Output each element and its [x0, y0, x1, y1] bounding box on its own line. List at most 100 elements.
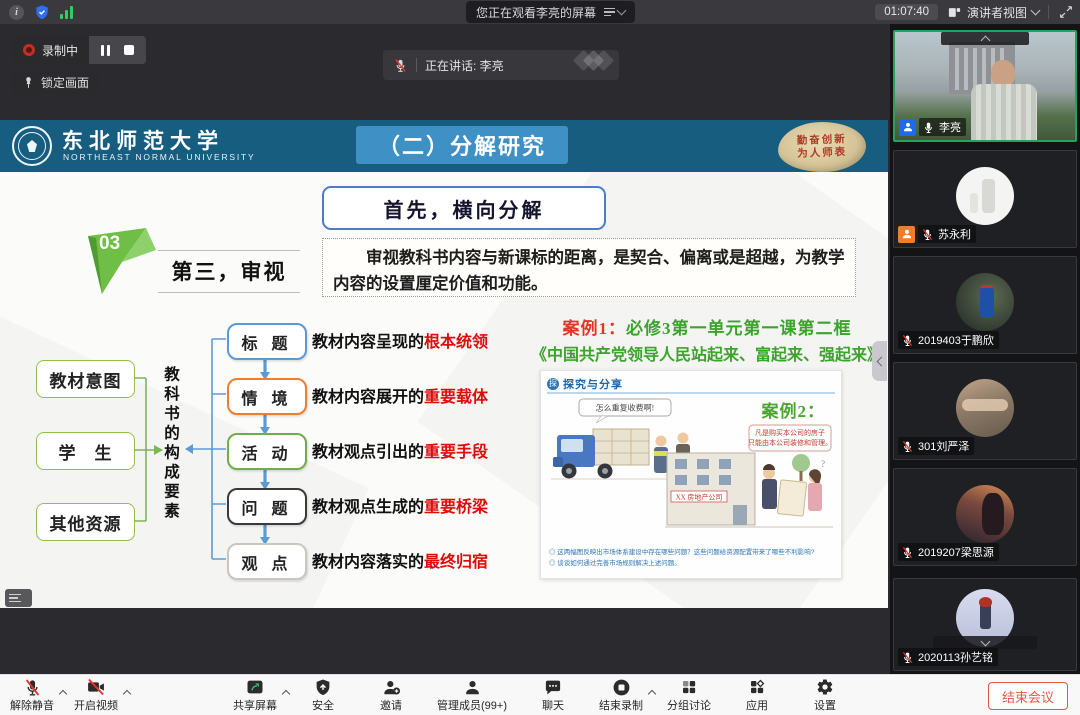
- svg-text:XX 房地产公司: XX 房地产公司: [676, 493, 723, 502]
- view-mode-selector[interactable]: 演讲者视图: [947, 4, 1039, 21]
- university-logo: [12, 126, 52, 166]
- svg-text:凡是购买本公司的房子: 凡是购买本公司的房子: [755, 428, 825, 437]
- end-recording-button[interactable]: 结束录制: [599, 677, 643, 713]
- participant-avatar: [956, 167, 1014, 225]
- meeting-window: i 您正在观看李亮的屏幕 01:07:40 演讲者视图: [0, 0, 1080, 715]
- chat-button[interactable]: 聊天: [531, 677, 575, 713]
- presentation-slide: 东北师范大学 NORTHEAST NORMAL UNIVERSITY （二）分解…: [0, 120, 888, 608]
- element-box-question: 问 题: [227, 488, 307, 525]
- unmute-button[interactable]: 解除静音: [10, 677, 54, 713]
- chat-icon: [544, 677, 562, 697]
- network-signal-icon[interactable]: [58, 4, 75, 21]
- element-desc-row: 教材内容展开的重要载体: [312, 378, 552, 411]
- estate-illustration: 凡是购买本公司的房子 只能由本公司装修和管理。 XX 房地产公司 ?: [663, 423, 835, 545]
- recording-bar: 录制中: [12, 36, 146, 64]
- manage-members-button[interactable]: 管理成员(99+): [437, 677, 507, 713]
- share-screen-icon: [245, 677, 265, 697]
- participant-name: 301刘严泽: [918, 438, 969, 454]
- mic-muted-icon: [921, 228, 934, 241]
- mic-muted-icon: [901, 651, 914, 664]
- settings-button[interactable]: 设置: [803, 677, 847, 713]
- fullscreen-icon[interactable]: [1058, 4, 1074, 20]
- participants-sidebar: 李亮 苏永利 2019403于鹏欣: [890, 24, 1080, 675]
- sidebar-collapse-handle[interactable]: [872, 341, 887, 381]
- step-number: 03: [99, 233, 120, 255]
- camera-off-icon: [86, 677, 106, 697]
- svg-text:怎么重复收费啊!: 怎么重复收费啊!: [596, 403, 655, 413]
- active-speaker-pill: 正在讲话: 李亮: [383, 50, 619, 80]
- lock-view-label: 锁定画面: [41, 74, 89, 91]
- pin-icon: [22, 76, 35, 89]
- stop-recording-button[interactable]: [124, 45, 134, 55]
- participant-avatar: [956, 485, 1014, 543]
- watermark-diamonds: [581, 53, 611, 68]
- stone-motto-line2: 为人师表: [797, 146, 847, 161]
- textbook-excerpt-image: 探 探究与分享 案例2： 怎么重复收费啊!: [540, 370, 842, 579]
- case1-text: 案例1：必修3第一单元第一课第二框 《中国共产党领导人民站起来、富起来、强起来》: [528, 314, 886, 365]
- security-button[interactable]: 安全: [301, 677, 345, 713]
- meeting-protect-shield-icon[interactable]: [33, 4, 50, 21]
- university-name-en: NORTHEAST NORMAL UNIVERSITY: [63, 152, 256, 162]
- element-desc-row: 教材内容呈现的根本统领: [312, 323, 552, 356]
- slide-section-title: （二）分解研究: [356, 126, 568, 164]
- invite-person-icon: [382, 677, 401, 697]
- annotation-tools-button[interactable]: [5, 589, 32, 607]
- breakout-rooms-button[interactable]: 分组讨论: [667, 677, 711, 713]
- textbook-section-header: 探 探究与分享: [547, 375, 835, 394]
- view-options-icon[interactable]: [604, 8, 625, 17]
- lock-view-button[interactable]: 锁定画面: [12, 70, 99, 94]
- step-arrow-shape: [86, 226, 158, 296]
- chevron-up-icon[interactable]: [649, 684, 655, 702]
- participant-tile[interactable]: 苏永利: [893, 150, 1077, 248]
- share-screen-button[interactable]: 共享屏幕: [233, 677, 277, 713]
- element-desc-row: 教材观点引出的重要手段: [312, 433, 552, 466]
- cohost-badge: [898, 226, 915, 243]
- participant-tile[interactable]: 2019207梁思源: [893, 468, 1077, 566]
- invite-button[interactable]: 邀请: [369, 677, 413, 713]
- chevron-up-icon[interactable]: [60, 684, 66, 702]
- svg-text:只能由本公司装修和管理。: 只能由本公司装修和管理。: [748, 438, 832, 447]
- mic-muted-icon: [901, 440, 914, 453]
- chevron-down-icon: [1031, 6, 1041, 16]
- start-video-button[interactable]: 开启视频: [74, 677, 118, 713]
- chevron-up-icon[interactable]: [283, 684, 289, 702]
- apps-icon: [748, 677, 766, 697]
- participant-name: 苏永利: [938, 226, 971, 242]
- meeting-info-icon[interactable]: i: [8, 4, 25, 21]
- shared-screen-stage: 录制中 锁定画面 正在讲话: 李亮 东北师范大学 NORTHEAST NORMA…: [0, 24, 890, 675]
- participant-name: 李亮: [939, 119, 961, 135]
- step-label: 第三，审视: [158, 250, 300, 293]
- participant-tile[interactable]: 2019403于鹏欣: [893, 256, 1077, 354]
- chevron-up-icon[interactable]: [124, 684, 130, 702]
- security-shield-icon: [314, 677, 332, 697]
- view-mode-label: 演讲者视图: [967, 4, 1027, 21]
- mic-on-icon: [922, 121, 935, 134]
- left-box-other-resources: 其他资源: [36, 503, 135, 541]
- end-meeting-button[interactable]: 结束会议: [988, 682, 1068, 710]
- element-box-title: 标 题: [227, 323, 307, 360]
- mic-muted-icon: [23, 677, 42, 697]
- apps-button[interactable]: 应用: [735, 677, 779, 713]
- participant-tile[interactable]: 301刘严泽: [893, 362, 1077, 460]
- case2-label: 案例2：: [762, 397, 826, 422]
- participant-tile[interactable]: 李亮: [893, 30, 1077, 142]
- top-bar: i 您正在观看李亮的屏幕 01:07:40 演讲者视图: [0, 0, 1080, 24]
- host-badge: [899, 119, 916, 136]
- participant-avatar: [956, 273, 1014, 331]
- pause-recording-button[interactable]: [101, 45, 110, 56]
- bottom-toolbar: 解除静音 开启视频 共享屏幕 安全 邀请: [0, 674, 1080, 715]
- participant-avatar: [956, 379, 1014, 437]
- participant-tile[interactable]: 2020113孙艺铭: [893, 578, 1077, 671]
- watching-screen-tooltip: 您正在观看李亮的屏幕: [466, 1, 635, 23]
- scroll-up-button[interactable]: [941, 32, 1029, 45]
- members-icon: [463, 677, 482, 697]
- mic-muted-icon: [393, 58, 408, 73]
- recording-label: 录制中: [42, 42, 78, 59]
- element-desc-row: 教材观点生成的重要桥梁: [312, 488, 552, 521]
- element-box-activity: 活 动: [227, 433, 307, 470]
- university-name-cn: 东北师范大学: [62, 125, 224, 155]
- slide-header-band: 东北师范大学 NORTHEAST NORMAL UNIVERSITY （二）分解…: [0, 120, 888, 172]
- stop-record-icon: [612, 677, 631, 697]
- breakout-icon: [680, 677, 698, 697]
- mic-muted-icon: [901, 334, 914, 347]
